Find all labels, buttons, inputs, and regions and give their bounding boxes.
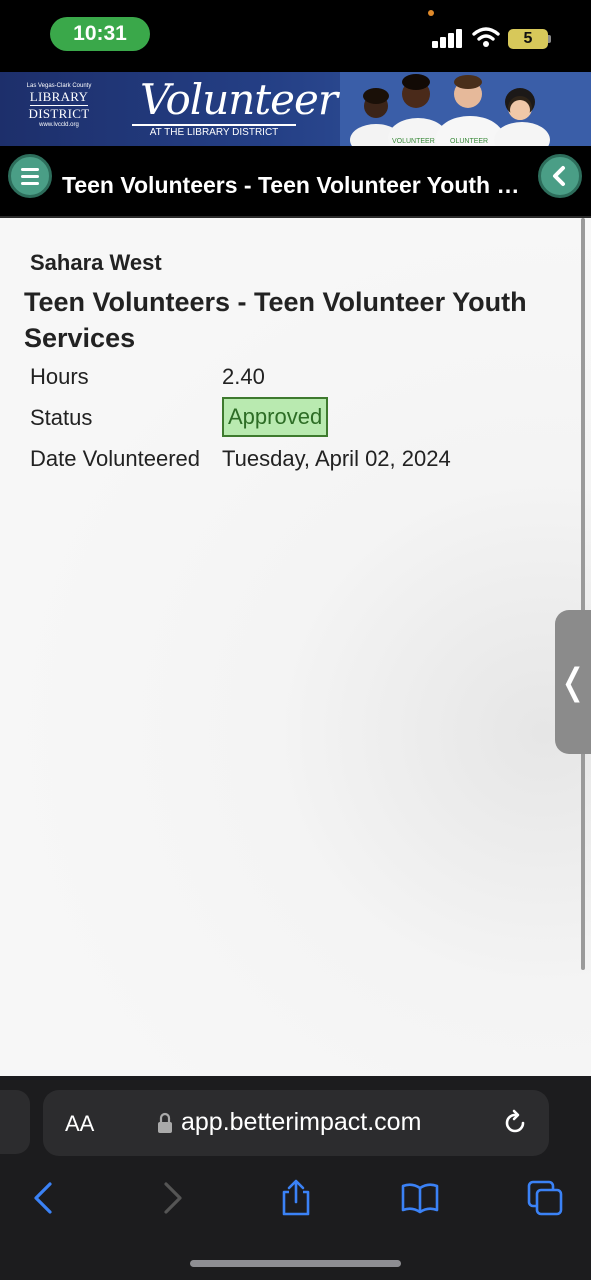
home-indicator[interactable] <box>190 1260 401 1267</box>
nav-bar: Teen Volunteers - Teen Volunteer Youth S… <box>0 146 591 218</box>
tabs-icon[interactable] <box>525 1178 565 1218</box>
url-text: app.betterimpact.com <box>181 1108 422 1136</box>
camera-indicator-icon <box>428 10 434 16</box>
reload-icon[interactable] <box>501 1109 529 1137</box>
date-label: Date Volunteered <box>30 446 201 471</box>
logo-line1: LIBRARY <box>29 89 89 104</box>
chevron-left-icon <box>553 166 565 186</box>
wifi-icon <box>472 27 500 47</box>
cellular-signal-icon <box>432 28 464 48</box>
previous-tab-preview[interactable] <box>0 1090 30 1154</box>
page-title: Teen Volunteers - Teen Volunteer Youth S… <box>62 172 528 198</box>
svg-text:OLUNTEER: OLUNTEER <box>450 138 488 145</box>
date-value: Tuesday, April 02, 2024 <box>222 446 451 471</box>
volunteer-logo-title: Volunteer <box>140 75 338 124</box>
status-bar: 10:31 5 <box>0 0 591 72</box>
address-bar[interactable]: AA app.betterimpact.com <box>43 1090 549 1156</box>
forward-arrow-icon[interactable] <box>152 1178 192 1218</box>
library-logo[interactable]: Las Vegas-Clark County LIBRARY DISTRICT … <box>26 82 92 138</box>
browser-toolbar: AA app.betterimpact.com <box>0 1076 591 1280</box>
share-icon[interactable] <box>276 1178 316 1218</box>
status-badge: Approved <box>222 397 329 437</box>
bookmarks-icon[interactable] <box>400 1178 440 1218</box>
hamburger-menu-icon[interactable] <box>8 154 52 198</box>
header-banner: Las Vegas-Clark County LIBRARY DISTRICT … <box>0 72 591 146</box>
svg-text:VOLUNTEER: VOLUNTEER <box>392 138 435 145</box>
logo-line2: DISTRICT <box>28 106 90 121</box>
hours-value: 2.40 <box>222 364 265 389</box>
status-label: Status <box>30 405 93 430</box>
side-panel-tab[interactable]: ❬ <box>555 610 591 754</box>
location-name: Sahara West <box>30 250 162 275</box>
content-area: Sahara West Teen Volunteers - Teen Volun… <box>0 218 591 1076</box>
battery-icon <box>548 35 551 43</box>
volunteers-photo: VOLUNTEER OLUNTEER <box>340 72 591 146</box>
battery-level: 5 <box>508 29 548 49</box>
hours-label: Hours <box>30 364 89 389</box>
opportunity-title: Teen Volunteers - Teen Volunteer Youth S… <box>24 287 527 353</box>
time-display: 10:31 <box>50 17 150 51</box>
volunteer-logo-subtitle: AT THE LIBRARY DISTRICT <box>132 124 296 140</box>
back-button[interactable] <box>538 154 582 198</box>
scrollbar[interactable] <box>581 218 585 970</box>
reader-settings-button[interactable]: AA <box>65 1111 94 1137</box>
back-arrow-icon[interactable] <box>24 1178 64 1218</box>
logo-url: www.lvccld.org <box>39 122 79 128</box>
lock-icon <box>158 1112 172 1133</box>
